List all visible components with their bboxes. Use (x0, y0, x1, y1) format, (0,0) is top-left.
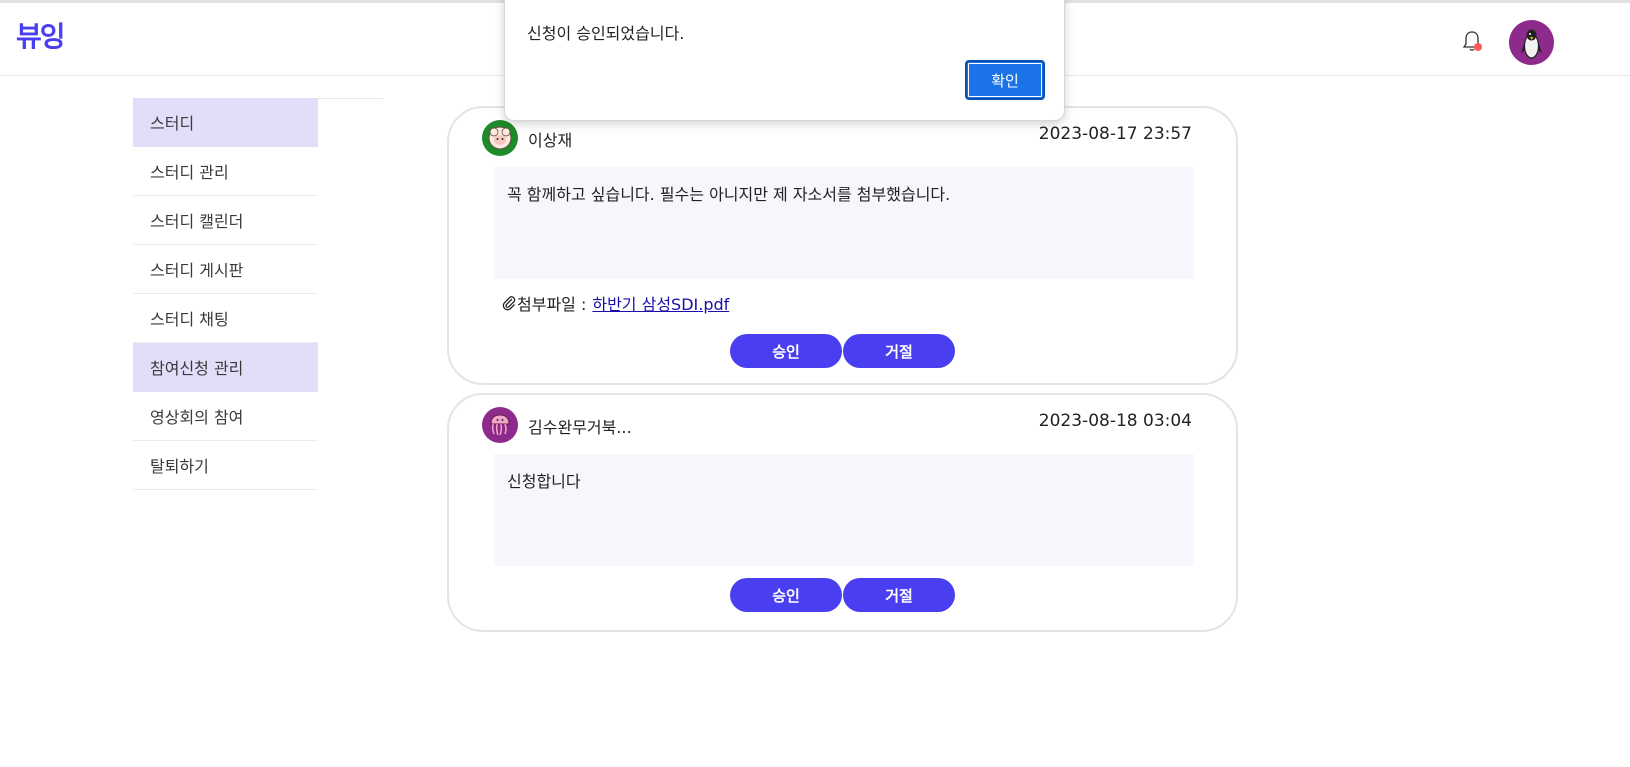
alert-dialog: 신청이 승인되었습니다. 확인 (504, 0, 1065, 121)
action-buttons: 승인 거절 (449, 578, 1236, 612)
sidebar-item-video-meeting[interactable]: 영상회의 참여 (133, 392, 318, 441)
application-message: 꼭 함께하고 싶습니다. 필수는 아니지만 제 자소서를 첨부했습니다. (494, 167, 1194, 279)
sidebar-item-label: 스터디 게시판 (150, 261, 244, 280)
jellyfish-avatar-icon (490, 414, 510, 436)
attachment-link[interactable]: 하반기 삼성SDI.pdf (592, 291, 729, 315)
reject-button[interactable]: 거절 (843, 334, 955, 368)
sheep-avatar-icon (488, 126, 512, 150)
bell-icon[interactable] (1460, 29, 1484, 55)
approve-button[interactable]: 승인 (730, 578, 842, 612)
applicant-avatar (482, 120, 518, 156)
reject-button[interactable]: 거절 (843, 578, 955, 612)
dialog-ok-button[interactable]: 확인 (965, 60, 1045, 100)
sidebar: 스터디 스터디 관리 스터디 캘린더 스터디 게시판 스터디 채팅 참여신청 관… (133, 98, 318, 490)
sidebar-item-label: 참여신청 관리 (150, 359, 244, 378)
sidebar-item-study[interactable]: 스터디 (133, 98, 318, 147)
dialog-message: 신청이 승인되었습니다. (527, 24, 685, 43)
approve-button[interactable]: 승인 (730, 334, 842, 368)
penguin-avatar-icon (1521, 29, 1542, 59)
sidebar-item-label: 스터디 (150, 114, 195, 133)
sidebar-item-label: 스터디 캘린더 (150, 212, 244, 231)
sidebar-item-study-calendar[interactable]: 스터디 캘린더 (133, 196, 318, 245)
attachment-row: 첨부파일 : 하반기 삼성SDI.pdf (501, 291, 729, 315)
profile-avatar[interactable] (1509, 20, 1554, 65)
paperclip-icon (502, 296, 516, 311)
sidebar-item-leave[interactable]: 탈퇴하기 (133, 441, 318, 490)
sidebar-item-study-board[interactable]: 스터디 게시판 (133, 245, 318, 294)
sidebar-item-study-chat[interactable]: 스터디 채팅 (133, 294, 318, 343)
application-card: 김수완무거북... 2023-08-18 03:04 신청합니다 승인 거절 (447, 393, 1238, 632)
action-buttons: 승인 거절 (449, 334, 1236, 368)
application-date: 2023-08-17 23:57 (1038, 124, 1192, 144)
sidebar-item-label: 스터디 채팅 (150, 310, 229, 329)
application-date: 2023-08-18 03:04 (1038, 411, 1192, 431)
sidebar-divider (318, 98, 383, 99)
application-card: 이상재 2023-08-17 23:57 꼭 함께하고 싶습니다. 필수는 아니… (447, 106, 1238, 385)
sidebar-item-label: 영상회의 참여 (150, 408, 244, 427)
sidebar-item-application-manage[interactable]: 참여신청 관리 (133, 343, 318, 392)
attachment-label: 첨부파일 : (517, 295, 587, 314)
app-logo[interactable]: 뷰잉 (16, 15, 66, 55)
applicant-name: 김수완무거북... (528, 418, 632, 437)
sidebar-item-study-manage[interactable]: 스터디 관리 (133, 147, 318, 196)
applicant-name: 이상재 (528, 131, 573, 150)
sidebar-item-label: 탈퇴하기 (150, 457, 209, 476)
notification-dot (1474, 43, 1482, 51)
sidebar-item-label: 스터디 관리 (150, 163, 229, 182)
application-message: 신청합니다 (494, 454, 1194, 566)
applicant-avatar (482, 407, 518, 443)
